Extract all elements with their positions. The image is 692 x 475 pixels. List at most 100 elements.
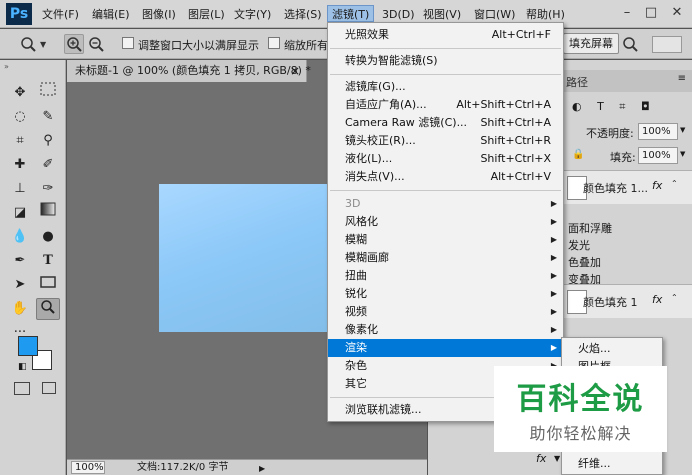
fx-icon[interactable]: fx <box>536 452 546 465</box>
close-tab-icon[interactable]: × <box>290 60 300 82</box>
workspace-switcher[interactable] <box>652 36 682 53</box>
effect-glow[interactable]: 发光 <box>568 237 590 253</box>
layer-name: 颜色填充 1... <box>583 182 648 195</box>
menu-3d[interactable]: 3D(D) <box>378 6 419 23</box>
fill-input[interactable]: 100% <box>638 147 678 164</box>
layer-filter-icons[interactable]: ◐ T ⌗ ◘ <box>572 100 656 114</box>
collapse-icon[interactable]: » <box>4 62 9 71</box>
chevron-down-icon[interactable]: ▼ <box>40 40 46 49</box>
clone-stamp-tool-icon[interactable]: ⊥ <box>8 178 32 200</box>
crop-tool-icon[interactable]: ⌗ <box>8 130 32 152</box>
document-tab[interactable]: 未标题-1 @ 100% (颜色填充 1 拷贝, RGB/8) * × <box>67 60 311 82</box>
menu-item-camera-raw[interactable]: Camera Raw 滤镜(C)... Shift+Ctrl+A <box>328 114 563 132</box>
search-icon[interactable] <box>620 34 640 54</box>
path-select-tool-icon[interactable]: ➤ <box>8 274 32 296</box>
resize-windows-checkbox[interactable] <box>122 37 134 49</box>
effect-bevel[interactable]: 面和浮雕 <box>568 220 612 236</box>
menu-item-blur[interactable]: 模糊 ▶ <box>328 231 563 249</box>
tab-paths[interactable]: 路径 <box>566 74 588 90</box>
menu-item-adaptive-wide-angle[interactable]: 自适应广角(A)... Alt+Shift+Ctrl+A <box>328 96 563 114</box>
menu-edit[interactable]: 编辑(E) <box>88 6 134 23</box>
dodge-tool-icon[interactable]: ● <box>36 226 60 248</box>
document-info: 文档:117.2K/0 字节 <box>137 462 229 473</box>
zoom-out-icon[interactable] <box>86 34 106 54</box>
maximize-icon[interactable]: □ <box>640 4 662 22</box>
blur-tool-icon[interactable]: 💧 <box>8 226 32 248</box>
fill-screen-button[interactable]: 填充屏幕 <box>563 33 619 54</box>
menu-item-lens-correction[interactable]: 镜头校正(R)... Shift+Ctrl+R <box>328 132 563 150</box>
panel-menu-icon[interactable]: ≡ <box>678 73 686 84</box>
menu-select[interactable]: 选择(S) <box>280 6 326 23</box>
menu-help[interactable]: 帮助(H) <box>522 6 569 23</box>
menu-file[interactable]: 文件(F) <box>38 6 83 23</box>
minimize-icon[interactable]: – <box>616 4 638 22</box>
menu-view[interactable]: 视图(V) <box>419 6 465 23</box>
close-icon[interactable]: ✕ <box>666 4 688 22</box>
menu-item-convert-smart-filter[interactable]: 转换为智能滤镜(S) <box>328 52 563 70</box>
eyedropper-tool-icon[interactable]: ⚲ <box>36 130 60 152</box>
hand-tool-icon[interactable]: ✋ <box>8 298 32 320</box>
menu-item-stylize[interactable]: 风格化 ▶ <box>328 213 563 231</box>
history-brush-tool-icon[interactable]: ✑ <box>36 178 60 200</box>
menu-item-blur-gallery[interactable]: 模糊画廊 ▶ <box>328 249 563 267</box>
menu-item-sharpen[interactable]: 锐化 ▶ <box>328 285 563 303</box>
menu-item-label: 消失点(V)... <box>345 170 405 183</box>
submenu-item-fibers[interactable]: 纤维... <box>562 455 662 473</box>
opacity-input[interactable]: 100% <box>638 123 678 140</box>
menu-item-render[interactable]: 渲染 ▶ <box>328 339 563 357</box>
menu-item-label: 3D <box>345 197 361 210</box>
marquee-tool-icon[interactable] <box>36 82 60 104</box>
chevron-down-icon[interactable]: ▼ <box>680 150 685 158</box>
rectangle-tool-icon[interactable] <box>36 274 60 296</box>
chevron-icon[interactable]: ⌃ <box>671 293 678 302</box>
layer-row[interactable]: 颜色填充 1 fx ⌃ <box>563 284 692 318</box>
chevron-icon[interactable]: ⌃ <box>671 179 678 188</box>
menu-image[interactable]: 图像(I) <box>138 6 180 23</box>
submenu-item-flame[interactable]: 火焰... <box>562 340 662 358</box>
menu-item-liquify[interactable]: 液化(L)... Shift+Ctrl+X <box>328 150 563 168</box>
zoom-all-checkbox[interactable] <box>268 37 280 49</box>
chevron-down-icon[interactable]: ▼ <box>554 454 560 463</box>
menu-window[interactable]: 窗口(W) <box>470 6 519 23</box>
lock-icon[interactable]: 🔒 <box>572 149 584 160</box>
quick-mask-icon[interactable] <box>14 382 30 395</box>
gradient-tool-icon[interactable] <box>36 202 60 224</box>
zoom-level-input[interactable]: 100% <box>71 461 105 474</box>
effect-color-overlay[interactable]: 色叠加 <box>568 254 601 270</box>
brush-tool-icon[interactable]: ✐ <box>36 154 60 176</box>
watermark-title: 百科全说 <box>516 382 645 417</box>
layer-row[interactable]: 颜色填充 1... fx ⌃ <box>563 170 692 204</box>
eraser-tool-icon[interactable]: ◪ <box>8 202 32 224</box>
healing-brush-tool-icon[interactable]: ✚ <box>8 154 32 176</box>
default-colors-icon[interactable]: ◧ <box>18 362 27 372</box>
type-tool-icon[interactable]: T <box>36 250 60 272</box>
menu-item-lighting-effects[interactable]: 光照效果 Alt+Ctrl+F <box>328 26 563 44</box>
fx-icon[interactable]: fx <box>652 293 662 306</box>
screen-mode-icon[interactable] <box>42 382 56 394</box>
menu-filter[interactable]: 滤镜(T) <box>327 5 375 22</box>
move-tool-icon[interactable]: ✥ <box>8 82 32 104</box>
chevron-down-icon[interactable]: ▼ <box>680 126 685 134</box>
lasso-tool-icon[interactable]: ◌ <box>8 106 32 128</box>
pen-tool-icon[interactable]: ✒ <box>8 250 32 272</box>
opacity-label: 不透明度: <box>586 127 634 140</box>
zoom-tool-preset-icon[interactable] <box>18 34 38 54</box>
fx-icon[interactable]: fx <box>652 179 662 192</box>
menu-item-pixelate[interactable]: 像素化 ▶ <box>328 321 563 339</box>
zoom-in-icon[interactable] <box>64 34 84 54</box>
submenu-arrow-icon: ▶ <box>550 235 557 244</box>
status-arrow-icon[interactable]: ▶ <box>259 461 265 475</box>
watermark-logo: 百科全说 助你轻松解决 <box>494 366 667 452</box>
photoshop-logo: Ps <box>6 3 32 25</box>
menu-item-filter-gallery[interactable]: 滤镜库(G)... <box>328 78 563 96</box>
menu-item-vanishing-point[interactable]: 消失点(V)... Alt+Ctrl+V <box>328 168 563 186</box>
menu-item-video[interactable]: 视频 ▶ <box>328 303 563 321</box>
quick-select-tool-icon[interactable]: ✎ <box>36 106 60 128</box>
menu-layer[interactable]: 图层(L) <box>184 6 229 23</box>
document-canvas[interactable] <box>159 184 349 332</box>
submenu-arrow-icon: ▶ <box>550 217 557 226</box>
zoom-tool-icon[interactable] <box>36 298 60 320</box>
foreground-color-swatch[interactable] <box>18 336 38 356</box>
menu-type[interactable]: 文字(Y) <box>230 6 275 23</box>
menu-item-distort[interactable]: 扭曲 ▶ <box>328 267 563 285</box>
